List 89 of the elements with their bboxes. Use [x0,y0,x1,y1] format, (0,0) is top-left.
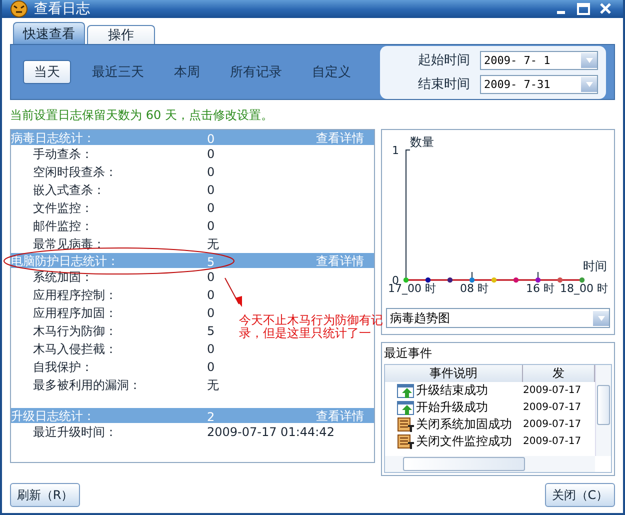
stat-label: 空闲时段查杀： [32,164,118,180]
date-label: 结束时间 [418,76,470,93]
dropdown-arrow-icon [596,314,606,322]
stat-label: 木马行为防御： [32,322,118,340]
stat-value: 0 [207,183,215,197]
event-time: 2009-07-17 [523,385,582,396]
horizontal-scrollbar[interactable] [385,456,595,472]
section-title: 电脑防护日志统计： [11,253,119,270]
retention-notice[interactable]: 当前设置日志保留天数为 60 天，点击修改设置。 [10,107,615,124]
stat-value: 0 [207,147,215,161]
panel-title: 最近事件 [384,345,433,362]
stat-value: 无 [207,376,219,394]
chart-type-dropdown[interactable]: 病毒趋势图 [386,308,610,328]
close-button[interactable]: 关闭（C） [545,483,615,507]
date-dropdown[interactable]: 2009- 7-31 [480,74,598,94]
stat-value: 0 [207,270,215,284]
stat-label: 系统加固： [32,268,94,286]
event-text: 升级结束成功 [416,382,488,399]
range-button[interactable]: 最近三天 [91,60,145,84]
tab[interactable]: 快速查看 [13,22,85,44]
dropdown-arrow-icon [584,56,594,64]
x-tick-label: 16 时 [526,282,554,295]
vertical-scrollbar[interactable] [595,365,611,456]
tab[interactable]: 操作 [87,25,155,44]
section-count: 0 [207,132,215,146]
stat-value: 0 [207,342,215,356]
range-button[interactable]: 所有记录 [229,60,283,84]
section-count: 5 [207,254,215,268]
data-point [535,277,541,283]
window-title: 查看日志 [34,0,91,18]
range-button[interactable]: 本周 [173,60,201,84]
data-point [513,277,519,283]
range-button[interactable]: 当天 [23,60,71,84]
range-button[interactable]: 自定义 [311,60,352,84]
stat-label: 最常见病毒： [32,236,106,252]
settings-list-icon [397,434,415,450]
stat-label: 手动查杀： [32,146,94,162]
event-text: 开始升级成功 [416,399,488,416]
stat-label: 嵌入式查杀： [32,182,106,198]
stat-label: 木马入侵拦截： [32,340,118,358]
stat-value: 无 [207,236,219,252]
stat-label: 最近升级时间： [32,424,118,440]
stat-label: 应用程序加固： [32,304,118,322]
stat-label: 最多被利用的漏洞： [32,376,142,394]
event-time: 2009-07-17 [523,436,582,447]
column-header[interactable]: 事件说明 [385,365,523,382]
x-axis-label: 时间 [583,259,607,273]
data-point [425,277,431,283]
stat-value: 0 [207,165,215,179]
refresh-button[interactable]: 刷新（R） [10,483,80,507]
stat-label: 邮件监控： [32,218,94,234]
y-tick-label: 1 [392,144,399,157]
data-point [447,277,453,283]
section-title: 升级日志统计： [11,408,95,425]
event-text: 关闭系统加固成功 [416,416,512,433]
data-point [491,277,497,283]
event-text: 关闭文件监控成功 [416,433,512,450]
stat-value: 0 [207,360,215,374]
stat-value: 0 [207,288,215,302]
stat-value: 0 [207,201,215,215]
stat-value: 0 [207,306,215,320]
stat-value: 0 [207,219,215,233]
date-label: 起始时间 [418,52,470,69]
section-title: 病毒日志统计： [11,130,95,147]
x-tick-label: 08 时 [460,282,488,295]
settings-list-icon [397,416,415,432]
data-point [469,277,475,283]
data-point [403,277,409,283]
stat-label: 文件监控： [32,200,94,216]
section-count: 2 [207,410,215,424]
event-row[interactable]: 升级结束成功 2009-07-17 [385,382,595,399]
y-axis-label: 数量 [410,135,434,149]
stat-label: 应用程序控制： [32,286,118,304]
stat-label: 自我保护： [32,358,94,376]
annotation-note: 今天不止木马行为防御有记录，但是这里只统计了一 [239,314,383,340]
annotation-arrow [223,276,243,308]
stat-value: 2009-07-17 01:44:42 [207,425,334,439]
event-time: 2009-07-17 [523,419,582,430]
data-point [579,277,585,283]
event-row[interactable]: 开始升级成功 2009-07-17 [385,399,595,416]
date-dropdown[interactable]: 2009- 7- 1 [480,50,598,70]
event-row[interactable]: 关闭文件监控成功 2009-07-17 [385,433,595,450]
x-tick-label: 17_00 时 [388,282,436,295]
event-row[interactable]: 关闭系统加固成功 2009-07-17 [385,416,595,433]
x-tick-label: 18_00 时 [560,282,608,295]
data-point [557,277,563,283]
dropdown-arrow-icon [584,80,594,88]
event-time: 2009-07-17 [523,402,582,413]
stat-value: 5 [207,324,215,338]
